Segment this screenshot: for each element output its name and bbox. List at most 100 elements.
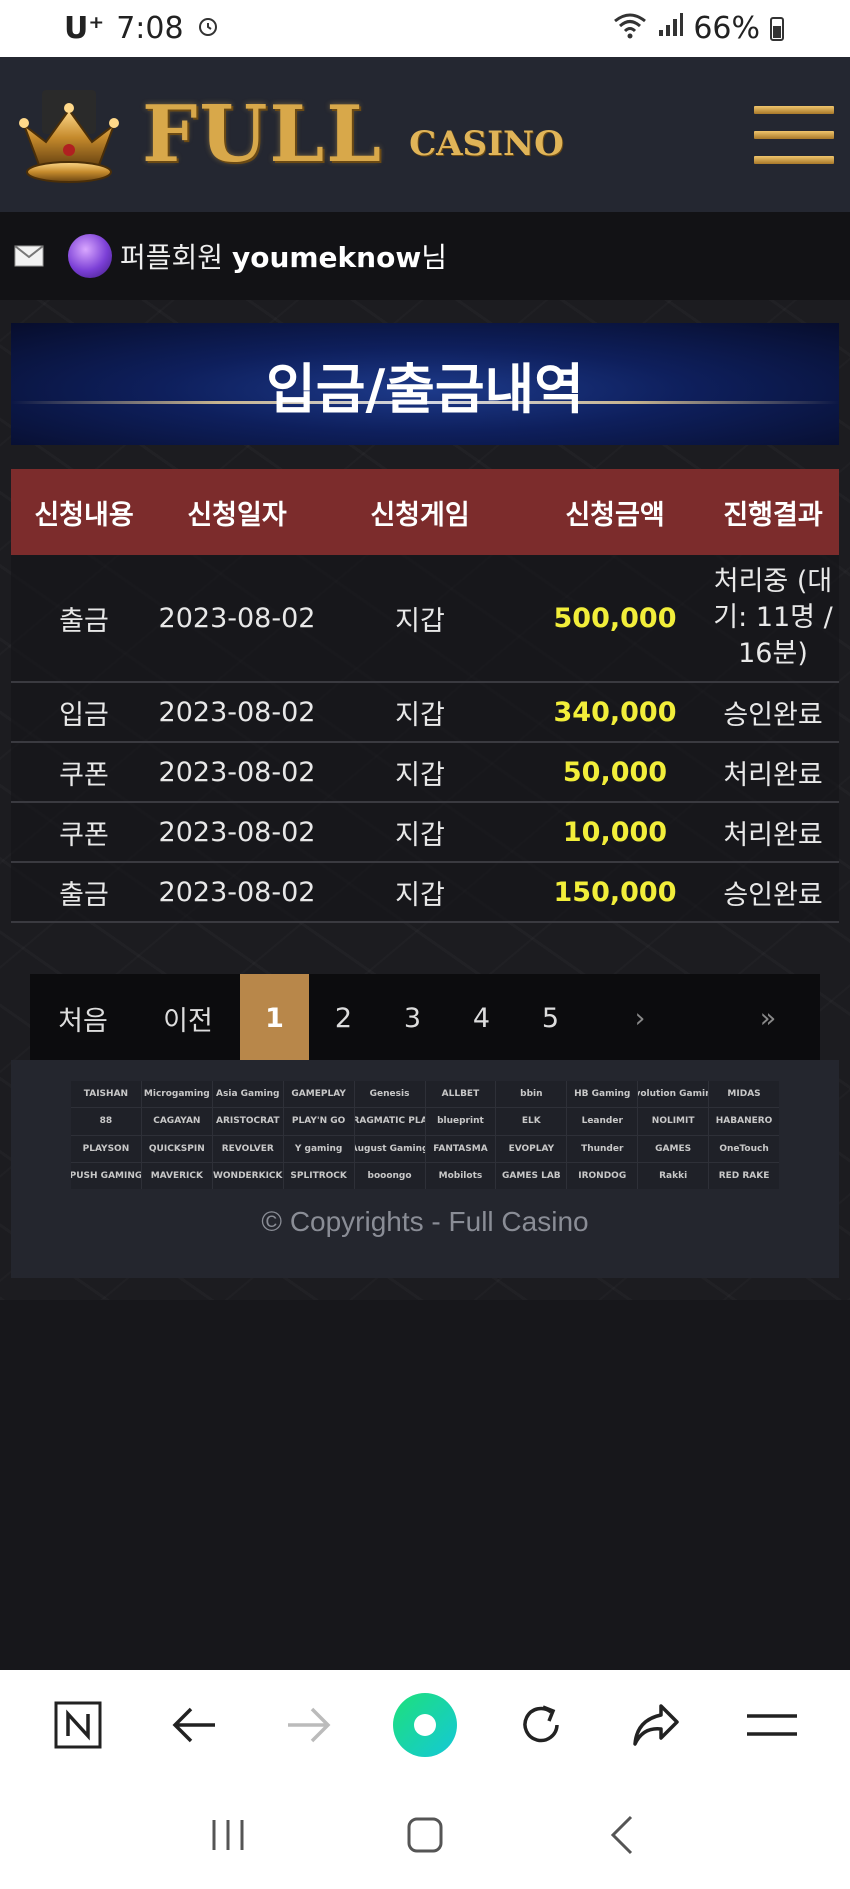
green-dot-icon[interactable] [390,1690,460,1760]
cell-result: 승인완료 [723,879,823,911]
cell-amount: 10,000 [562,816,668,848]
provider-logo: PUSH GAMING [71,1162,141,1189]
provider-logo: MAVERICK [141,1162,212,1189]
empty-area [0,1300,850,1670]
provider-logo: ALLBET [425,1081,496,1108]
provider-logo: Y gaming [283,1135,354,1162]
site-logo[interactable]: FULL CASINO [14,80,564,190]
table-row: 쿠폰 2023-08-02 지갑 50,000 처리완료 [11,743,839,803]
carrier-label: U⁺ [64,11,105,46]
hamburger-icon[interactable] [754,105,834,164]
page-button-2[interactable]: 2 [309,974,378,1062]
provider-logo: booongo [354,1162,425,1189]
site-header: FULL CASINO [0,57,850,212]
cell-result: 처리완료 [723,759,823,791]
username: youmeknow [231,241,422,274]
cell-amount: 150,000 [553,876,677,908]
provider-logo: Rakki [638,1162,709,1189]
avatar [68,234,112,278]
provider-logo: PRAGMATIC PLAY [354,1108,425,1135]
copyright-text: © Copyrights - Full Casino [261,1206,589,1237]
page-button-4[interactable]: 4 [447,974,516,1062]
page-banner: 입금/출금내역 [11,323,839,445]
page-first-button[interactable]: 처음 [30,974,136,1062]
provider-logo: NOLIMIT [638,1108,709,1135]
naver-home-icon[interactable] [43,1690,113,1760]
cell-date: 2023-08-02 [158,876,316,908]
page-prev-button[interactable]: 이전 [136,974,240,1062]
cell-date: 2023-08-02 [158,756,316,788]
page-button-3[interactable]: 3 [378,974,447,1062]
page-content: FULL CASINO 퍼플회원 youmeknow님 입금/출금내역 신청내용… [0,57,850,1300]
recent-apps-icon[interactable] [193,1800,263,1870]
cell-type: 출금 [59,879,109,911]
provider-logo: TAISHAN [71,1081,141,1108]
provider-logo: bbin [496,1081,567,1108]
honorific-suffix: 님 [421,241,447,274]
provider-logo: Microgaming [141,1081,212,1108]
provider-logo: ARISTOCRAT [212,1108,283,1135]
wifi-icon [613,11,647,47]
page-last-button[interactable]: » [733,974,803,1062]
provider-logo: Asia Gaming [212,1081,283,1108]
cell-game: 지갑 [395,699,445,731]
clock: 7:08 [116,11,184,46]
page-title: 입금/출금내역 [266,357,584,421]
battery-icon [770,16,784,41]
logo-text-casino: CASINO [409,123,564,164]
provider-logo: Mobilots [425,1162,496,1189]
mail-icon[interactable] [14,245,44,267]
signal-icon [657,11,684,46]
provider-logo: WONDERKICK [212,1162,283,1189]
page-button-5[interactable]: 5 [516,974,585,1062]
table-row: 입금 2023-08-02 지갑 340,000 승인완료 [11,683,839,743]
refresh-icon[interactable] [506,1690,576,1760]
cell-type: 쿠폰 [59,759,109,791]
page-button-1[interactable]: 1 [240,974,309,1062]
provider-logo: EVOPLAY [496,1135,567,1162]
provider-logo: Leander [567,1108,638,1135]
provider-logo: OneTouch [709,1135,779,1162]
cell-amount: 340,000 [553,696,677,728]
provider-logo: 88 [71,1108,141,1135]
status-bar: U⁺ 7:08 66% [0,0,850,57]
provider-logo: Genesis [354,1081,425,1108]
column-header-amount: 신청금액 [565,499,665,531]
provider-logo: FANTASMA [425,1135,496,1162]
home-icon[interactable] [390,1800,460,1870]
column-header-result: 진행결과 [723,499,823,531]
page-next-button[interactable]: › [605,974,675,1062]
table-row: 출금 2023-08-02 지갑 500,000 처리중 (대기: 11명 / … [11,555,839,683]
back-arrow-icon[interactable] [159,1690,229,1760]
cell-date: 2023-08-02 [158,816,316,848]
logo-text-full: FULL [142,89,384,180]
provider-logo: blueprint [425,1108,496,1135]
menu-icon[interactable] [737,1690,807,1760]
cell-amount: 50,000 [562,756,668,788]
cell-type: 출금 [59,605,109,637]
provider-logo-grid: TAISHAN Microgaming Asia Gaming GAMEPLAY Gen… [71,1081,779,1189]
provider-logo: HB Gaming [567,1081,638,1108]
cell-amount: 500,000 [553,602,677,634]
share-icon[interactable] [621,1690,691,1760]
provider-logo: QUICKSPIN [141,1135,212,1162]
provider-logo: REVOLVER [212,1135,283,1162]
browser-toolbar [0,1670,850,1780]
alarm-icon [196,11,220,46]
site-footer: TAISHAN Microgaming Asia Gaming GAMEPLAY Gen… [11,1060,839,1278]
column-header-game: 신청게임 [370,499,470,531]
provider-logo: ELK [496,1108,567,1135]
system-navigation [0,1780,850,1889]
table-row: 출금 2023-08-02 지갑 150,000 승인완료 [11,863,839,923]
forward-arrow-icon[interactable] [274,1690,344,1760]
member-grade: 퍼플회원 [120,241,224,274]
battery-percent: 66% [693,11,760,46]
provider-logo: IRONDOG [567,1162,638,1189]
table-header: 신청내용 신청일자 신청게임 신청금액 진행결과 [11,469,839,555]
back-icon[interactable] [587,1800,657,1870]
provider-logo: HABANERO [709,1108,779,1135]
table-row: 쿠폰 2023-08-02 지갑 10,000 처리완료 [11,803,839,863]
provider-logo: August Gaming [354,1135,425,1162]
cell-date: 2023-08-02 [158,696,316,728]
provider-logo: RED RAKE [709,1162,779,1189]
